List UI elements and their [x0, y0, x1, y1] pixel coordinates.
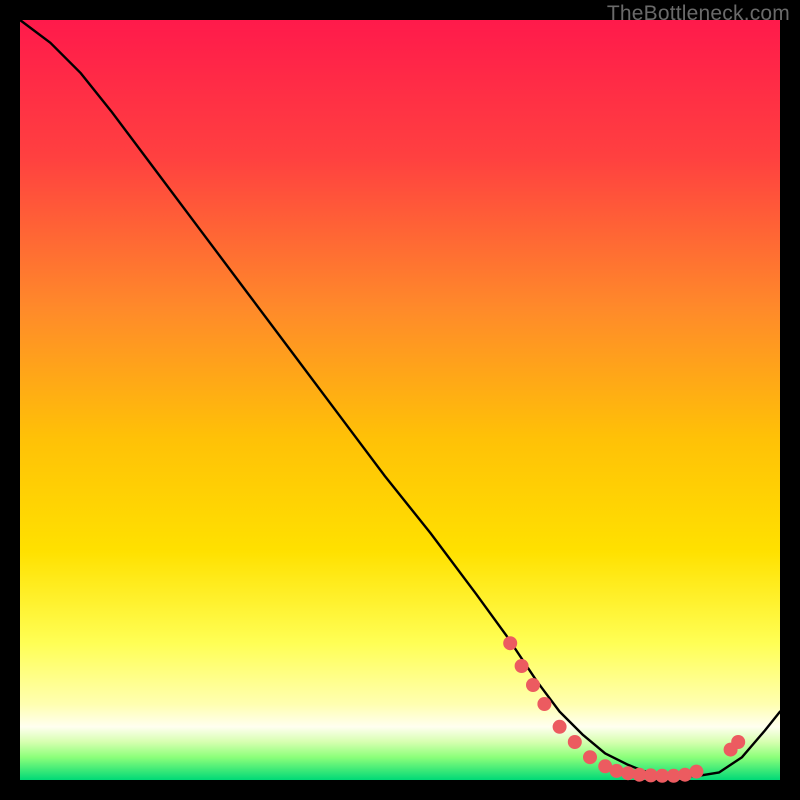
marker-dot: [553, 720, 567, 734]
marker-dot: [731, 735, 745, 749]
bottleneck-curve: [20, 20, 780, 776]
chart-stage: TheBottleneck.com: [0, 0, 800, 800]
marker-dot: [689, 765, 703, 779]
marker-dot: [537, 697, 551, 711]
curve-layer: [20, 20, 780, 780]
marker-dot: [583, 750, 597, 764]
marker-dot: [503, 636, 517, 650]
plot-area: [20, 20, 780, 780]
marker-dot: [568, 735, 582, 749]
marker-dot: [515, 659, 529, 673]
marker-dot: [526, 678, 540, 692]
marker-dots: [503, 636, 745, 783]
